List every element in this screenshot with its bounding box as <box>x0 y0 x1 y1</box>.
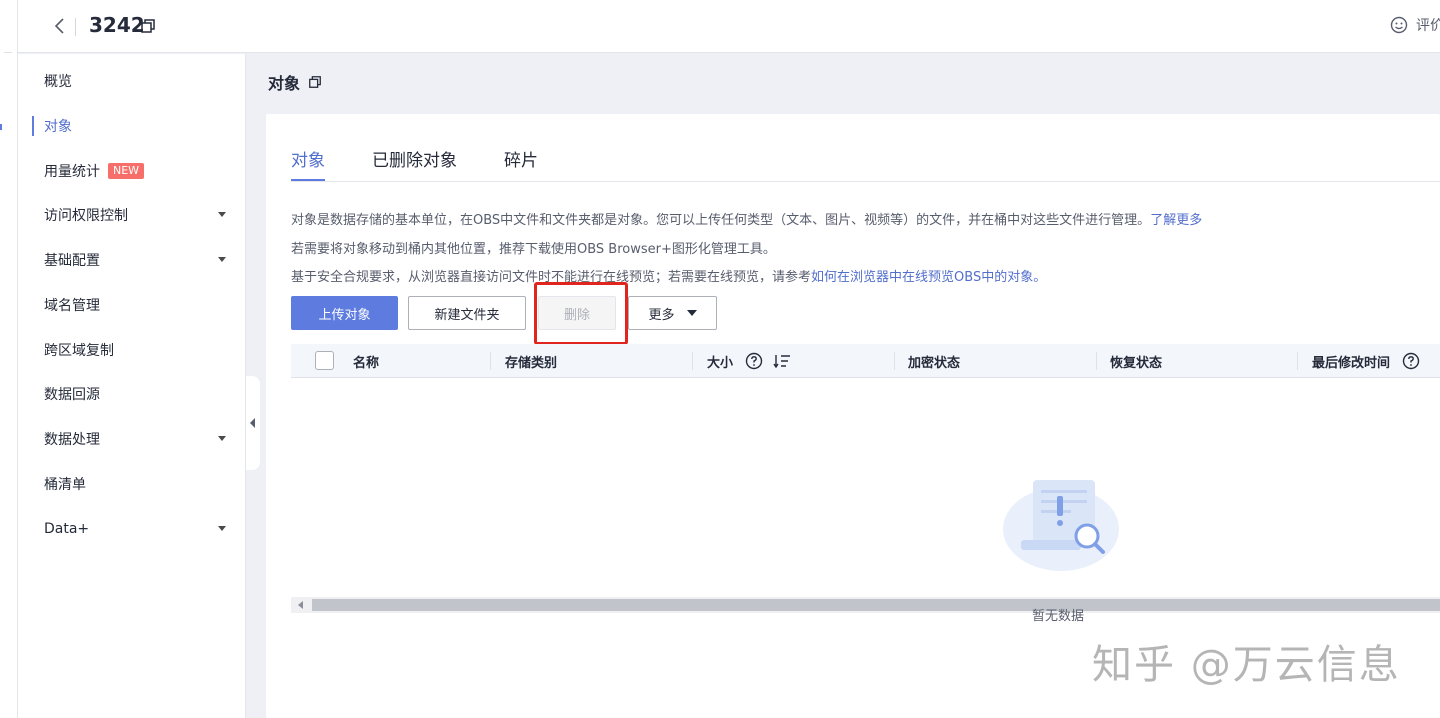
select-all-checkbox[interactable] <box>315 351 334 370</box>
horizontal-scrollbar[interactable] <box>291 597 1440 613</box>
info-line-3: 基于安全合规要求，从浏览器直接访问文件时不能进行在线预览；若需要在线预览，请参考… <box>291 266 1046 285</box>
empty-data-text: 暂无数据 <box>1032 605 1084 624</box>
sidebar-item-label: 对象 <box>44 116 72 136</box>
new-folder-button[interactable]: 新建文件夹 <box>408 296 526 330</box>
sidebar-item-back-to-source[interactable]: 数据回源 <box>18 376 246 412</box>
caret-down-icon <box>218 257 226 262</box>
sidebar-item-label: 数据回源 <box>44 384 100 404</box>
column-size-label: 大小 <box>707 352 733 371</box>
column-last-modified-label: 最后修改时间 <box>1312 352 1390 371</box>
scrollbar-thumb[interactable] <box>312 599 1440 611</box>
column-encryption[interactable]: 加密状态 <box>908 344 960 378</box>
sidebar-item-domain-mgmt[interactable]: 域名管理 <box>18 287 246 323</box>
evaluate-button[interactable]: 评价 <box>1390 15 1440 35</box>
sidebar-item-label: 跨区域复制 <box>44 340 114 360</box>
caret-down-icon <box>218 212 226 217</box>
left-edge-strip <box>0 0 18 718</box>
sidebar-item-label: 域名管理 <box>44 295 100 315</box>
learn-more-link[interactable]: 了解更多 <box>1150 213 1202 228</box>
column-storage-class[interactable]: 存储类别 <box>505 344 557 378</box>
help-icon[interactable] <box>745 352 763 370</box>
objects-card: 对象 已删除对象 碎片 对象是数据存储的基本单位，在OBS中文件和文件夹都是对象… <box>266 114 1440 718</box>
chevron-left-icon <box>48 14 72 38</box>
sidebar-collapse-handle[interactable] <box>246 376 260 470</box>
empty-data-illustration-icon <box>1003 474 1123 574</box>
tab-divider <box>291 181 1440 182</box>
more-label: 更多 <box>648 304 674 323</box>
sidebar-item-objects[interactable]: 对象 <box>18 108 246 144</box>
caret-down-icon <box>218 526 226 531</box>
tab-objects[interactable]: 对象 <box>291 146 325 182</box>
edge-active-marker <box>0 124 2 130</box>
caret-down-icon <box>218 436 226 441</box>
watermark: 知乎 @万云信息 <box>1092 632 1401 690</box>
sidebar-item-label: 概览 <box>44 71 72 91</box>
new-badge: NEW <box>108 163 144 179</box>
sidebar-item-label: Data+ <box>44 521 89 537</box>
caret-down-icon <box>687 310 697 316</box>
column-name[interactable]: 名称 <box>353 344 379 378</box>
page-title: 对象 <box>268 70 322 94</box>
sidebar-item-overview[interactable]: 概览 <box>18 63 246 99</box>
column-separator <box>894 352 895 370</box>
more-dropdown[interactable]: 更多 <box>628 296 717 330</box>
column-separator <box>490 352 491 370</box>
edge-divider <box>4 52 12 53</box>
info-text: 若需要将对象移动到桶内其他位置，推荐下载使用OBS Browser+图形化管理工… <box>291 242 776 257</box>
sidebar-item-label: 桶清单 <box>44 474 86 494</box>
evaluate-label: 评价 <box>1416 15 1440 35</box>
sidebar-item-access-control[interactable]: 访问权限控制 <box>18 197 246 233</box>
info-line-2: 若需要将对象移动到桶内其他位置，推荐下载使用OBS Browser+图形化管理工… <box>291 238 776 257</box>
sidebar-item-cross-region[interactable]: 跨区域复制 <box>18 332 246 368</box>
tab-fragments[interactable]: 碎片 <box>504 146 538 182</box>
sidebar-item-data-plus[interactable]: Data+ <box>18 511 246 547</box>
highlight-annotation <box>534 282 628 345</box>
bucket-title: 3242 <box>89 13 145 37</box>
sort-icon[interactable] <box>773 353 791 369</box>
sidebar-item-label: 用量统计 <box>44 161 100 181</box>
scroll-left-arrow-icon[interactable] <box>298 601 303 609</box>
upload-object-button[interactable]: 上传对象 <box>291 296 398 330</box>
tab-bar: 对象 已删除对象 碎片 <box>291 146 585 182</box>
smile-icon <box>1390 16 1408 34</box>
online-preview-link[interactable]: 如何在浏览器中在线预览OBS中的对象。 <box>811 270 1046 285</box>
sidebar: 概览 对象 用量统计 NEW 访问权限控制 基础配置 域名管理 跨区域复制 数据回… <box>18 54 246 718</box>
copy-icon[interactable] <box>140 18 156 34</box>
back-button[interactable] <box>48 14 72 38</box>
sidebar-item-label: 数据处理 <box>44 429 100 449</box>
sidebar-item-data-processing[interactable]: 数据处理 <box>18 421 246 457</box>
page-title-text: 对象 <box>268 70 300 94</box>
column-restore-status[interactable]: 恢复状态 <box>1110 344 1162 378</box>
header-bar: 3242 评价 <box>18 0 1440 53</box>
sidebar-item-basic-config[interactable]: 基础配置 <box>18 242 246 278</box>
sidebar-item-label: 访问权限控制 <box>44 205 128 225</box>
header-separator <box>75 18 76 36</box>
column-separator <box>1297 352 1298 370</box>
column-size[interactable]: 大小 <box>707 344 791 378</box>
copy-icon[interactable] <box>308 75 322 89</box>
column-separator <box>692 352 693 370</box>
sidebar-item-inventory[interactable]: 桶清单 <box>18 466 246 502</box>
sidebar-item-label: 基础配置 <box>44 250 100 270</box>
info-text: 对象是数据存储的基本单位，在OBS中文件和文件夹都是对象。您可以上传任何类型（文… <box>291 213 1150 228</box>
column-separator <box>1096 352 1097 370</box>
help-icon[interactable] <box>1402 352 1420 370</box>
sidebar-item-usage-stats[interactable]: 用量统计 NEW <box>18 153 246 189</box>
table-header: 名称 存储类别 大小 加密状态 恢复状态 最后修改时间 <box>291 344 1440 378</box>
tab-deleted-objects[interactable]: 已删除对象 <box>372 146 457 182</box>
info-line-1: 对象是数据存储的基本单位，在OBS中文件和文件夹都是对象。您可以上传任何类型（文… <box>291 209 1202 228</box>
column-last-modified[interactable]: 最后修改时间 <box>1312 344 1420 378</box>
